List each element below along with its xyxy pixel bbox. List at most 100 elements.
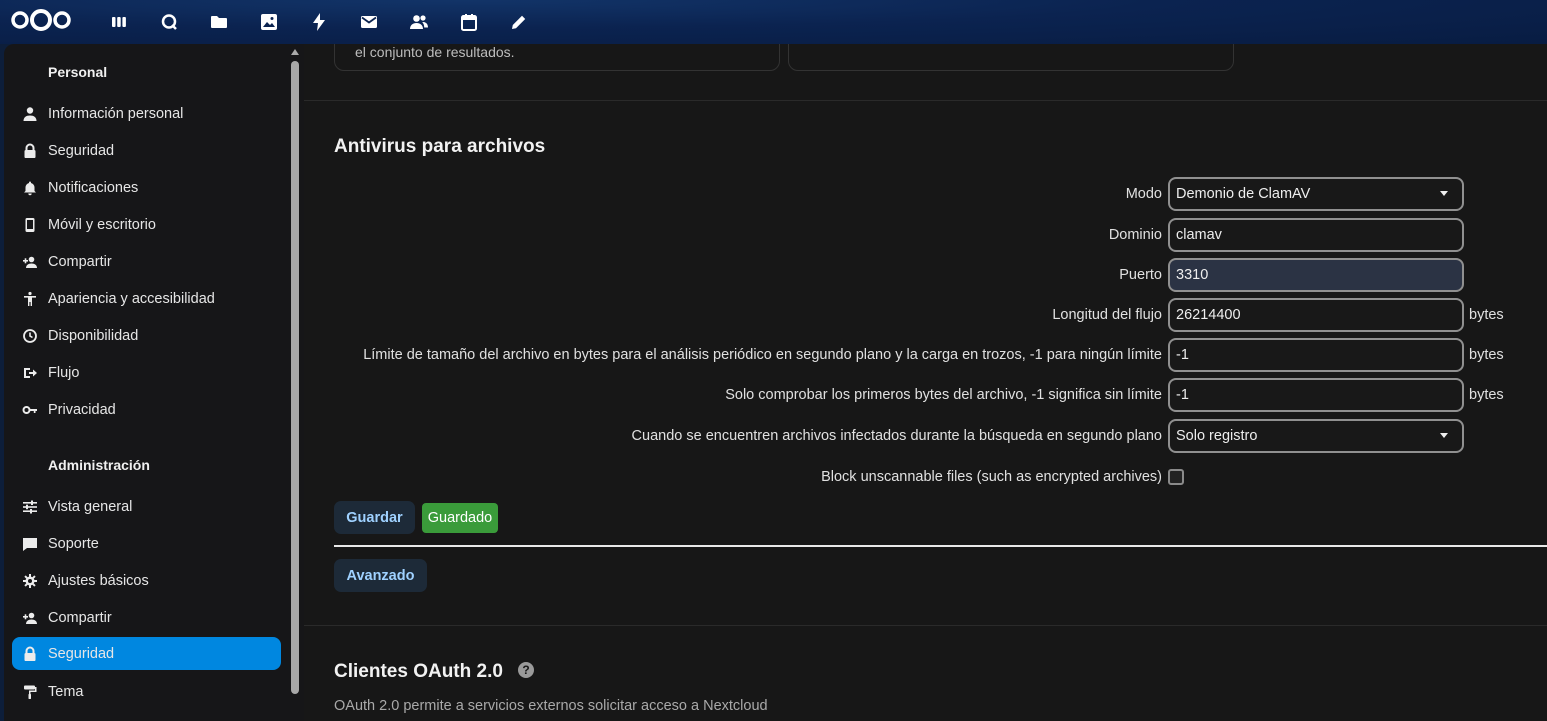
antivirus-section-title: Antivirus para archivos bbox=[334, 136, 546, 157]
main-content: el conjunto de resultados. Antivirus par… bbox=[304, 44, 1547, 721]
files-icon[interactable] bbox=[206, 9, 232, 35]
mail-icon[interactable] bbox=[356, 9, 382, 35]
save-button[interactable]: Guardar bbox=[334, 501, 415, 534]
section-divider bbox=[304, 625, 1547, 626]
top-bar bbox=[0, 0, 1547, 44]
advanced-button[interactable]: Avanzado bbox=[334, 559, 427, 592]
sidebar-item-privacidad[interactable]: Privacidad bbox=[12, 393, 281, 426]
sidebar-item-label: Seguridad bbox=[48, 142, 115, 159]
sidebar-item-label: Flujo bbox=[48, 364, 80, 381]
sidebar-item-label: Apariencia y accesibilidad bbox=[48, 290, 215, 307]
sidebar-item-tema[interactable]: Tema bbox=[12, 675, 281, 708]
user-icon bbox=[12, 106, 48, 122]
sidebar-item-label: Seguridad bbox=[48, 645, 115, 662]
section-title-personal: Personal bbox=[48, 64, 108, 80]
search-icon[interactable] bbox=[156, 9, 182, 35]
stream-length-value: 26214400 bbox=[1176, 307, 1241, 323]
sidebar-item-label: Compartir bbox=[48, 609, 112, 626]
sidebar-item-soporte[interactable]: Soporte bbox=[12, 527, 281, 560]
stream-length-unit: bytes bbox=[1469, 307, 1504, 323]
scan-first-bytes-input[interactable]: -1 bbox=[1168, 378, 1464, 412]
host-input-value: clamav bbox=[1176, 227, 1222, 243]
infected-action-label: Cuando se encuentren archivos infectados… bbox=[631, 428, 1162, 444]
nextcloud-logo-icon[interactable] bbox=[10, 8, 72, 37]
contacts-icon[interactable] bbox=[406, 9, 432, 35]
sliders-icon bbox=[12, 499, 48, 515]
port-input[interactable]: 3310 bbox=[1168, 258, 1464, 292]
chevron-down-icon bbox=[1440, 191, 1448, 196]
file-size-limit-value: -1 bbox=[1176, 347, 1189, 363]
lock-icon bbox=[12, 143, 48, 159]
calendar-icon[interactable] bbox=[456, 9, 482, 35]
sidebar-item-informacion-personal[interactable]: Información personal bbox=[12, 97, 281, 130]
port-label: Puerto bbox=[1119, 267, 1162, 283]
sidebar-item-label: Vista general bbox=[48, 498, 133, 515]
scan-first-bytes-value: -1 bbox=[1176, 387, 1189, 403]
share-user-icon bbox=[12, 254, 48, 270]
lock-icon bbox=[12, 646, 48, 662]
scrollbar-thumb[interactable] bbox=[291, 61, 299, 694]
file-size-limit-input[interactable]: -1 bbox=[1168, 338, 1464, 372]
phone-icon bbox=[12, 217, 48, 233]
settings-sidebar: Personal Información personal Seguridad … bbox=[4, 44, 304, 721]
scroll-up-arrow-icon[interactable] bbox=[291, 49, 299, 55]
scan-first-bytes-label: Solo comprobar los primeros bytes del ar… bbox=[725, 387, 1162, 403]
port-input-value: 3310 bbox=[1176, 267, 1209, 283]
sidebar-item-compartir-personal[interactable]: Compartir bbox=[12, 245, 281, 278]
dashboard-icon[interactable] bbox=[106, 9, 132, 35]
bell-icon bbox=[12, 180, 48, 196]
chat-icon bbox=[12, 536, 48, 552]
accessibility-icon bbox=[12, 291, 48, 307]
mode-select-value: Demonio de ClamAV bbox=[1176, 186, 1311, 202]
sidebar-item-label: Privacidad bbox=[48, 401, 116, 418]
sidebar-item-label: Ajustes básicos bbox=[48, 572, 149, 589]
help-icon[interactable]: ? bbox=[518, 662, 534, 678]
key-icon bbox=[12, 402, 48, 418]
card-text: el conjunto de resultados. bbox=[355, 44, 515, 60]
sidebar-item-compartir-admin[interactable]: Compartir bbox=[12, 601, 281, 634]
clock-icon bbox=[12, 328, 48, 344]
share-user-icon bbox=[12, 610, 48, 626]
sidebar-item-ajustes-basicos[interactable]: Ajustes básicos bbox=[12, 564, 281, 597]
sidebar-item-label: Compartir bbox=[48, 253, 112, 270]
sidebar-scrollbar[interactable] bbox=[291, 49, 299, 711]
oauth-description: OAuth 2.0 permite a servicios externos s… bbox=[334, 698, 768, 714]
result-card: el conjunto de resultados. bbox=[334, 44, 780, 71]
sidebar-item-label: Notificaciones bbox=[48, 179, 139, 196]
activity-icon[interactable] bbox=[306, 9, 332, 35]
empty-card bbox=[788, 44, 1234, 71]
mode-label: Modo bbox=[1125, 186, 1162, 202]
oauth-section-title: Clientes OAuth 2.0 bbox=[334, 661, 503, 682]
advanced-divider bbox=[334, 545, 1547, 547]
section-divider bbox=[304, 100, 1547, 101]
sidebar-item-seguridad-admin[interactable]: Seguridad bbox=[12, 637, 281, 670]
section-title-administracion: Administración bbox=[48, 457, 150, 473]
block-unscannable-label: Block unscannable files (such as encrypt… bbox=[821, 469, 1162, 485]
stream-length-input[interactable]: 26214400 bbox=[1168, 298, 1464, 332]
sidebar-item-vista-general[interactable]: Vista general bbox=[12, 490, 281, 523]
file-size-limit-unit: bytes bbox=[1469, 347, 1504, 363]
stream-length-label: Longitud del flujo bbox=[1052, 307, 1162, 323]
file-size-limit-label: Límite de tamaño del archivo en bytes pa… bbox=[363, 347, 1162, 363]
sidebar-item-apariencia[interactable]: Apariencia y accesibilidad bbox=[12, 282, 281, 315]
infected-action-value: Solo registro bbox=[1176, 428, 1258, 444]
flow-icon bbox=[12, 365, 48, 381]
photos-icon[interactable] bbox=[256, 9, 282, 35]
mode-select[interactable]: Demonio de ClamAV bbox=[1168, 177, 1464, 211]
sidebar-item-seguridad-personal[interactable]: Seguridad bbox=[12, 134, 281, 167]
sidebar-item-label: Tema bbox=[48, 683, 84, 700]
sidebar-item-movil-escritorio[interactable]: Móvil y escritorio bbox=[12, 208, 281, 241]
host-label: Dominio bbox=[1108, 227, 1162, 243]
block-unscannable-checkbox[interactable] bbox=[1168, 469, 1184, 485]
saved-status-badge: Guardado bbox=[422, 503, 498, 533]
notes-icon[interactable] bbox=[506, 9, 532, 35]
sidebar-item-label: Móvil y escritorio bbox=[48, 216, 156, 233]
sidebar-item-flujo[interactable]: Flujo bbox=[12, 356, 281, 389]
sidebar-item-label: Disponibilidad bbox=[48, 327, 139, 344]
sidebar-item-label: Información personal bbox=[48, 105, 184, 122]
sidebar-item-label: Soporte bbox=[48, 535, 99, 552]
sidebar-item-notificaciones[interactable]: Notificaciones bbox=[12, 171, 281, 204]
infected-action-select[interactable]: Solo registro bbox=[1168, 419, 1464, 453]
host-input[interactable]: clamav bbox=[1168, 218, 1464, 252]
sidebar-item-disponibilidad[interactable]: Disponibilidad bbox=[12, 319, 281, 352]
